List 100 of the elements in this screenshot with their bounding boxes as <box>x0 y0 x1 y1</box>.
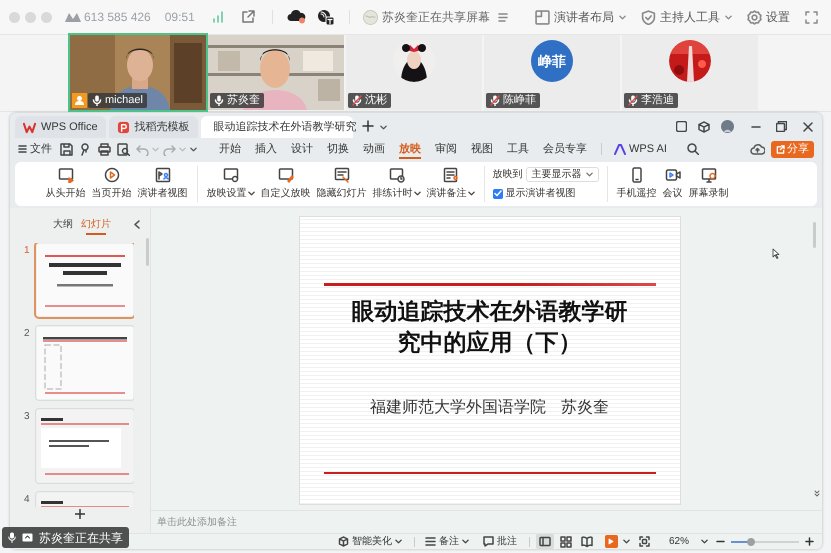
menu-tab[interactable]: 动画 <box>363 138 385 160</box>
ribbon-button[interactable]: 演讲备注 <box>424 167 478 201</box>
menu-tab[interactable]: 会员专享 <box>543 138 587 160</box>
next-page-icon[interactable] <box>814 490 820 497</box>
toolbar-button[interactable]: 主持人工具 <box>641 8 732 26</box>
menu-tab[interactable]: 工具 <box>507 138 529 160</box>
caret-icon <box>462 539 469 544</box>
list-icon[interactable] <box>498 12 508 22</box>
toolbar-button[interactable]: 设置 <box>747 8 790 26</box>
participant-tile[interactable]: 李浩迪 <box>622 35 758 110</box>
ribbon-button[interactable]: 演讲者视图 <box>134 167 190 201</box>
screen-play-icon <box>58 167 74 183</box>
ribbon-button[interactable]: 放映设置 <box>204 167 258 201</box>
speaker-notes-icon <box>442 167 458 183</box>
broadcast-icon[interactable] <box>316 9 335 25</box>
meeting-time: 09:51 <box>164 9 195 26</box>
name-label: 沈彬 <box>348 93 391 108</box>
slide-number: 4 <box>23 493 31 507</box>
print-icon[interactable] <box>98 142 111 156</box>
status-button[interactable]: 智能美化 <box>338 534 402 549</box>
avatar-icon[interactable] <box>721 120 734 133</box>
slide-title: 眼动追踪技术在外语教学研究中的应用（下） <box>350 297 628 358</box>
panel-tab[interactable]: 大纲 <box>53 217 73 235</box>
menu-tab[interactable]: 开始 <box>219 138 241 160</box>
ribbon-button[interactable]: 当页开始 <box>88 167 134 201</box>
add-tab-icon[interactable] <box>362 120 374 132</box>
cube-icon[interactable] <box>698 120 710 132</box>
save-icon[interactable] <box>60 142 73 156</box>
participant-tile[interactable]: 沈彬 <box>346 35 482 110</box>
caret-icon <box>701 539 708 544</box>
add-slide-icon[interactable] <box>75 509 85 519</box>
globe-avatar-icon <box>362 10 378 24</box>
checkbox[interactable] <box>492 188 502 198</box>
layout-icon <box>535 10 550 24</box>
file-menu[interactable]: 文件 <box>18 140 52 158</box>
document-tab[interactable]: 找稻壳模板 <box>108 116 198 138</box>
cloud-icon[interactable] <box>286 10 307 24</box>
list-icon <box>424 536 436 547</box>
search-icon[interactable] <box>686 143 699 155</box>
caret-icon <box>586 172 592 177</box>
window-icon[interactable] <box>676 121 687 132</box>
ribbon-button[interactable]: 会议 <box>660 167 686 201</box>
ribbon-button[interactable]: 屏幕录制 <box>686 167 732 201</box>
collapse-icon[interactable] <box>134 220 140 229</box>
name-label: michael <box>88 93 147 108</box>
document-tab[interactable]: WPS Office <box>15 116 106 138</box>
menu-tab[interactable]: 设计 <box>291 138 313 160</box>
restore-icon[interactable] <box>776 121 787 132</box>
slide-thumbnail[interactable] <box>36 326 134 400</box>
play-icon <box>608 538 614 545</box>
menu-tab[interactable]: WPS AI <box>614 138 667 160</box>
menu-tab[interactable]: 审阅 <box>435 138 457 160</box>
screen-clock-icon <box>388 167 404 183</box>
caret-icon <box>394 539 402 544</box>
checkbox-label: 显示演讲者视图 <box>506 186 576 201</box>
fit-window-icon[interactable] <box>638 536 650 547</box>
field-label: 放映到 <box>492 168 522 182</box>
status-button[interactable]: 批注 <box>482 534 517 549</box>
print-preview-icon[interactable] <box>117 142 130 156</box>
slide-thumbnail[interactable] <box>36 409 134 483</box>
ribbon-button[interactable]: 手机遥控 <box>614 167 660 201</box>
ribbon-button[interactable]: 隐藏幻灯片 <box>314 167 370 201</box>
video-camera-icon <box>664 167 680 183</box>
ai-logo-icon <box>614 144 626 154</box>
slide-subtitle: 福建师范大学外国语学院 苏炎奎 <box>370 396 610 418</box>
comment-icon <box>482 536 494 547</box>
presenter-view-icon <box>154 167 170 183</box>
slide-thumbnail[interactable] <box>36 243 134 317</box>
sharing-status: 苏炎奎正在共享屏幕 <box>382 9 490 26</box>
zoom-in-icon[interactable] <box>805 537 814 546</box>
participant-tile[interactable]: 苏炎奎 <box>208 35 344 110</box>
caret-icon <box>622 539 630 544</box>
menu-tab[interactable]: 切换 <box>327 138 349 160</box>
template-icon <box>116 120 130 134</box>
fullscreen-icon[interactable] <box>805 10 818 24</box>
external-link-icon[interactable] <box>240 10 255 24</box>
play-button[interactable] <box>604 535 618 548</box>
menu-tab[interactable]: 插入 <box>255 138 277 160</box>
cloud-upload-icon[interactable] <box>750 143 765 155</box>
logo-icon <box>65 12 81 22</box>
toolbar-button[interactable]: 演讲者布局 <box>535 8 626 26</box>
zoom-slider-thumb[interactable] <box>747 538 756 546</box>
name-label: 陈峥菲 <box>486 93 540 108</box>
avatar: 峥菲 <box>531 40 573 82</box>
menu-tab[interactable]: 视图 <box>471 138 493 160</box>
display-select[interactable]: 主要显示器 <box>526 167 598 182</box>
ribbon-button[interactable]: 从头开始 <box>42 167 88 201</box>
view-button[interactable] <box>536 534 554 549</box>
hidden-slide-icon <box>334 167 350 183</box>
status-button[interactable]: 备注 <box>424 534 469 549</box>
scrollbar[interactable] <box>813 222 816 248</box>
participant-tile[interactable]: michael <box>70 35 206 110</box>
close-icon[interactable] <box>803 122 813 132</box>
wps-logo-icon <box>23 120 36 134</box>
slide-number: 3 <box>23 410 31 424</box>
menu-icon <box>18 145 27 153</box>
ribbon-button[interactable]: 自定义放映 <box>258 167 314 201</box>
ribbon-button[interactable]: 排练计时 <box>370 167 424 201</box>
participant-tile[interactable]: 峥菲 陈峥菲 <box>484 35 620 110</box>
zoom-select[interactable]: 62% <box>668 534 708 549</box>
